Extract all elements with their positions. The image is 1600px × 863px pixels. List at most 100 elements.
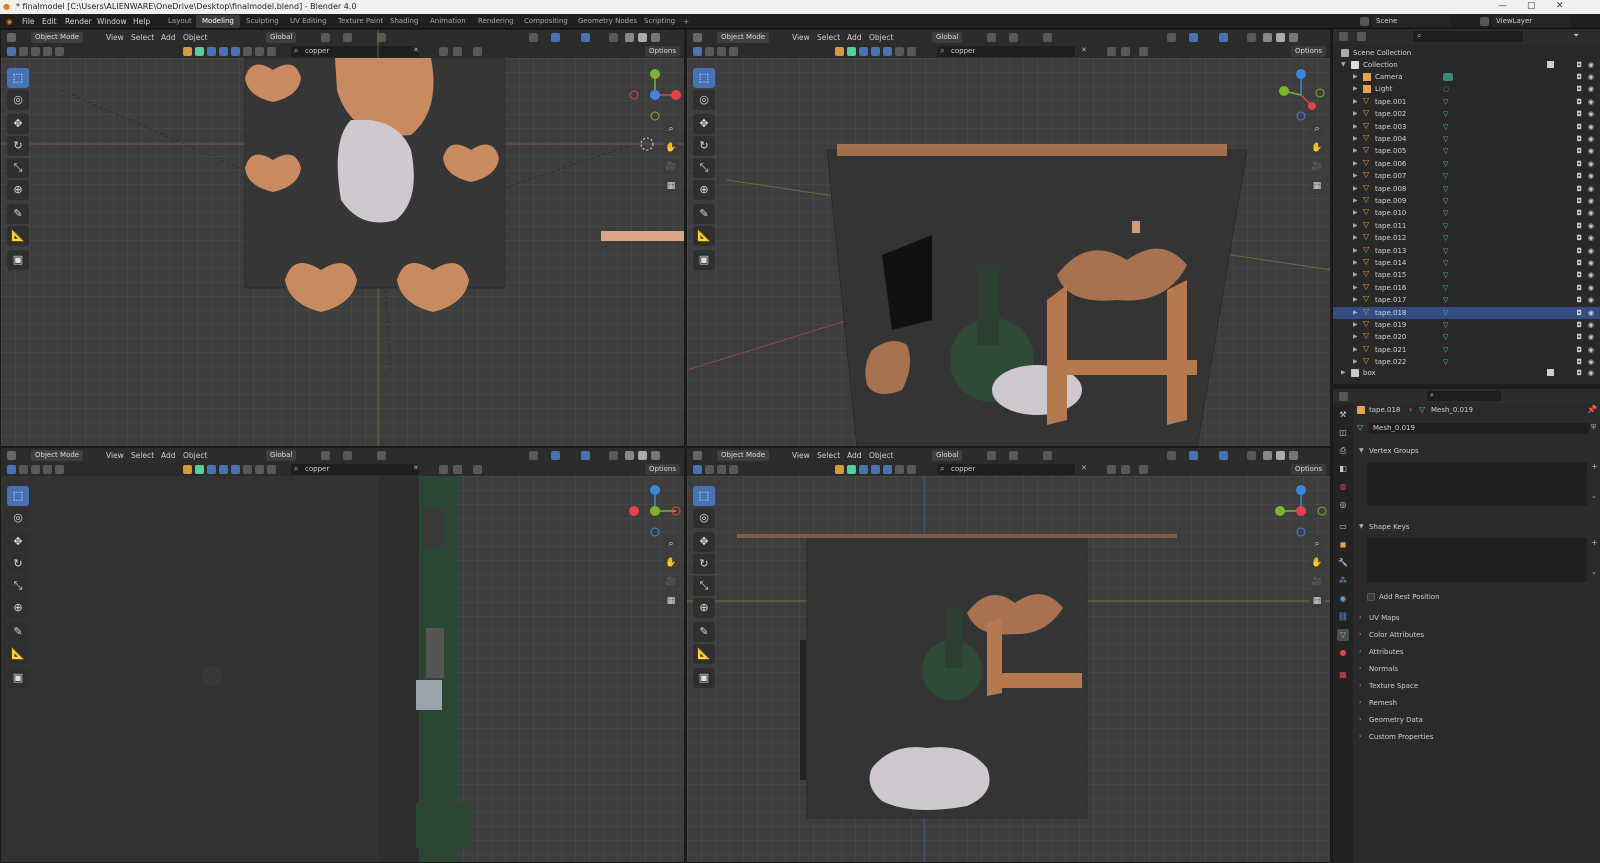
render-tab-icon[interactable]: ◫ [1337, 427, 1349, 439]
visibility-eye-icon[interactable]: ◉ [1588, 309, 1594, 317]
tool-add-cube[interactable]: ▣ [693, 250, 715, 270]
navigation-gizmo[interactable] [1272, 66, 1330, 124]
outliner-item[interactable]: ▶ ▽ tape.016 ▽ ◉ ◘ [1333, 282, 1600, 294]
properties-search-input[interactable]: ⌕ [1427, 391, 1501, 401]
outliner-item[interactable]: ▶ ▽ tape.008 ▽ ◉ ◘ [1333, 183, 1600, 195]
workspace-tab-texture-paint[interactable]: Texture Paint [332, 15, 389, 28]
mesh-data-icon[interactable]: ▽ [1443, 147, 1448, 155]
outliner-item[interactable]: ▶ ▽ tape.020 ▽ ◉ ◘ [1333, 331, 1600, 343]
menu-edit[interactable]: Edit [42, 17, 57, 26]
scene-tab-icon[interactable]: ◍ [1337, 481, 1349, 493]
outliner-item[interactable]: ▶ ▽ tape.011 ▽ ◉ ◘ [1333, 220, 1600, 232]
outliner-item[interactable]: ▶ ▽ tape.021 ▽ ◉ ◘ [1333, 344, 1600, 356]
render-camera-icon[interactable]: ◘ [1576, 259, 1582, 267]
particles-tab-icon[interactable]: ⁂ [1337, 575, 1349, 587]
tool-select-box[interactable]: ⬚ [693, 68, 715, 88]
section-color-attributes[interactable]: › Color Attributes [1357, 628, 1596, 642]
expand-triangle-icon[interactable]: ▶ [1353, 147, 1358, 154]
material-tab-icon[interactable]: ● [1337, 647, 1349, 659]
fake-user-icon[interactable]: ⛨ [1591, 423, 1596, 432]
mesh-data-icon[interactable]: ▽ [1443, 222, 1448, 230]
vertex-groups-list[interactable] [1367, 462, 1587, 506]
display-mode-icon[interactable] [1357, 32, 1366, 41]
perspective-grid-icon[interactable]: ▦ [663, 178, 679, 194]
tool-measure[interactable]: 📐 [7, 644, 29, 664]
visibility-eye-icon[interactable]: ◉ [1588, 296, 1594, 304]
expand-triangle-icon[interactable]: ▶ [1353, 209, 1358, 216]
tool-measure[interactable]: 📐 [693, 226, 715, 246]
viewport-top-right[interactable]: Object Mode View Select Add Object Globa… [686, 29, 1331, 447]
outliner-item[interactable]: ▶ ▽ tape.001 ▽ ◉ ◘ [1333, 96, 1600, 108]
outliner-item[interactable]: ▶ ▽ tape.014 ▽ ◉ ◘ [1333, 257, 1600, 269]
tool-move[interactable]: ✥ [7, 114, 29, 134]
outliner-item[interactable]: ▶ ▽ tape.015 ▽ ◉ ◘ [1333, 269, 1600, 281]
pan-hand-icon[interactable]: ✋ [663, 555, 679, 571]
workspace-tab-modeling[interactable]: Modeling [196, 15, 240, 28]
expand-triangle-icon[interactable]: ▶ [1353, 309, 1358, 316]
visibility-eye-icon[interactable]: ◉ [1588, 123, 1594, 131]
visibility-eye-icon[interactable]: ◉ [1588, 234, 1594, 242]
render-camera-icon[interactable]: ◘ [1576, 61, 1582, 69]
visibility-eye-icon[interactable]: ◉ [1588, 160, 1594, 168]
render-camera-icon[interactable]: ◘ [1576, 234, 1582, 242]
mesh-data-icon[interactable]: ▽ [1443, 309, 1448, 317]
workspace-tab-rendering[interactable]: Rendering [472, 15, 520, 28]
section-texture-space[interactable]: › Texture Space [1357, 679, 1596, 693]
expand-triangle-icon[interactable]: ▶ [1353, 197, 1358, 204]
world-tab-icon[interactable]: ◎ [1337, 499, 1349, 511]
outliner-item[interactable]: ▶ ▽ tape.013 ▽ ◉ ◘ [1333, 245, 1600, 257]
expand-triangle-icon[interactable]: ▶ [1353, 172, 1358, 179]
outliner-collection[interactable]: ▼ Collection ◉ ◘ [1333, 59, 1600, 71]
render-camera-icon[interactable]: ◘ [1576, 73, 1582, 81]
visibility-eye-icon[interactable]: ◉ [1588, 222, 1594, 230]
section-vertex-groups[interactable]: ▼ Vertex Groups [1357, 444, 1596, 458]
outliner-editor-icon[interactable] [1339, 32, 1348, 41]
tool-transform[interactable]: ⊕ [693, 598, 715, 618]
tool-transform[interactable]: ⊕ [7, 180, 29, 200]
visibility-eye-icon[interactable]: ◉ [1588, 98, 1594, 106]
tool-select-box[interactable]: ⬚ [7, 486, 29, 506]
visibility-eye-icon[interactable]: ◉ [1588, 259, 1594, 267]
render-camera-icon[interactable]: ◘ [1576, 197, 1582, 205]
expand-triangle-icon[interactable]: ▶ [1353, 346, 1358, 353]
mesh-data-icon[interactable]: ▽ [1443, 296, 1448, 304]
render-camera-icon[interactable]: ◘ [1576, 333, 1582, 341]
pin-icon[interactable]: 📌 [1587, 405, 1597, 414]
tool-annotate[interactable]: ✎ [7, 622, 29, 642]
visibility-eye-icon[interactable]: ◉ [1588, 172, 1594, 180]
expand-triangle-icon[interactable]: ▶ [1353, 123, 1358, 130]
render-camera-icon[interactable]: ◘ [1576, 98, 1582, 106]
outliner-filter-icon[interactable]: ⏷ [1573, 31, 1579, 41]
menu-file[interactable]: File [22, 17, 35, 26]
section-uv-maps[interactable]: › UV Maps [1357, 611, 1596, 625]
object-tab-icon[interactable]: ◼ [1337, 539, 1349, 551]
visibility-eye-icon[interactable]: ◉ [1588, 358, 1594, 366]
minimize-icon[interactable]: — [1498, 1, 1507, 11]
tool-annotate[interactable]: ✎ [693, 204, 715, 224]
outliner-item[interactable]: ▶ ▽ tape.005 ▽ ◉ ◘ [1333, 145, 1600, 157]
view-layer-selector[interactable]: ViewLayer [1492, 15, 1570, 27]
tool-cursor[interactable]: ◎ [7, 508, 29, 528]
mesh-data-icon[interactable]: ▽ [1443, 271, 1448, 279]
scene-selector[interactable]: Scene [1372, 15, 1450, 27]
section-remesh[interactable]: › Remesh [1357, 696, 1596, 710]
mesh-data-tab-icon[interactable]: ▽ [1337, 629, 1349, 641]
render-camera-icon[interactable]: ◘ [1576, 172, 1582, 180]
tool-rotate[interactable]: ↻ [693, 554, 715, 574]
add-vertex-group-icon[interactable]: + [1591, 462, 1598, 471]
expand-triangle-icon[interactable]: ▶ [1353, 358, 1358, 365]
section-geometry-data[interactable]: › Geometry Data [1357, 713, 1596, 727]
mesh-data-icon[interactable]: ▽ [1443, 346, 1448, 354]
tool-cursor[interactable]: ◎ [693, 90, 715, 110]
visibility-eye-icon[interactable]: ◉ [1588, 73, 1594, 81]
expand-triangle-icon[interactable]: ▶ [1353, 247, 1358, 254]
mesh-data-icon[interactable]: ▽ [1443, 321, 1448, 329]
expand-triangle-icon[interactable]: ▶ [1353, 296, 1358, 303]
mesh-name-field[interactable]: Mesh_0.019 [1369, 423, 1589, 434]
pan-hand-icon[interactable]: ✋ [663, 140, 679, 156]
expand-triangle-icon[interactable]: ▶ [1353, 284, 1358, 291]
render-camera-icon[interactable]: ◘ [1576, 209, 1582, 217]
render-camera-icon[interactable]: ◘ [1576, 346, 1582, 354]
physics-tab-icon[interactable]: ◉ [1337, 593, 1349, 605]
close-icon[interactable]: ✕ [1556, 1, 1564, 11]
